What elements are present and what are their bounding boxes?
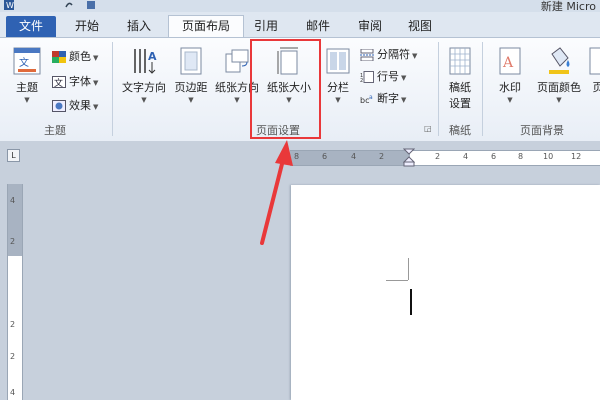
page-setup-launcher-icon[interactable]: ◲ xyxy=(424,124,432,133)
tab-file[interactable]: 文件 xyxy=(6,16,56,37)
page-borders-button[interactable]: 页 xyxy=(588,46,600,95)
hyphenation-button[interactable]: bc a 断字 ▼ xyxy=(360,90,406,108)
ruler-tick: 4 xyxy=(463,152,469,161)
margin-corner-mark xyxy=(386,280,408,281)
themes-icon: 文 xyxy=(13,47,41,75)
draft-settings-button[interactable]: 稿纸 设置 xyxy=(442,46,478,111)
ruler-tick: 4 xyxy=(351,152,357,161)
redo-icon[interactable] xyxy=(64,0,74,10)
ruler-tick: 2 xyxy=(379,152,385,161)
tab-review[interactable]: 审阅 xyxy=(348,16,392,37)
grid-paper-icon xyxy=(449,47,471,75)
tab-mailings[interactable]: 邮件 xyxy=(296,16,340,37)
ruler-tick: 8 xyxy=(294,152,300,161)
theme-colors-button[interactable]: 颜色 ▼ xyxy=(52,48,98,66)
group-divider xyxy=(482,42,483,136)
indent-marker-icon[interactable] xyxy=(403,148,415,168)
svg-text:a: a xyxy=(369,94,373,101)
ruler-tick: 6 xyxy=(491,152,497,161)
line-numbers-button[interactable]: 1 2 行号 ▼ xyxy=(360,68,406,86)
chevron-down-icon: ▼ xyxy=(507,96,513,104)
ruler-tick: 6 xyxy=(322,152,328,161)
svg-text:文: 文 xyxy=(54,77,63,88)
document-workspace: L xyxy=(0,141,600,400)
word-app-icon: W xyxy=(4,0,14,10)
margins-icon xyxy=(180,47,202,75)
text-cursor xyxy=(410,289,412,315)
paint-bucket-icon xyxy=(549,47,570,74)
size-button-highlight xyxy=(250,39,321,139)
themes-button[interactable]: 文 主题 ▼ xyxy=(8,46,46,104)
breaks-icon xyxy=(360,49,374,61)
margins-button[interactable]: 页边距 ▼ xyxy=(170,46,212,104)
line-numbers-icon: 12 xyxy=(360,71,374,83)
hyphenation-icon: bc a xyxy=(360,94,373,105)
ruler-tick: 2 xyxy=(435,152,441,161)
breaks-button[interactable]: 分隔符 ▼ xyxy=(360,46,417,64)
page-color-button[interactable]: 页面颜色 ▼ xyxy=(532,46,586,104)
horizontal-ruler[interactable] xyxy=(290,150,600,166)
tab-references[interactable]: 引用 xyxy=(244,16,288,37)
chevron-down-icon: ▼ xyxy=(335,96,341,104)
document-page[interactable] xyxy=(291,185,600,400)
group-label-themes: 主题 xyxy=(44,124,66,137)
ruler-tick: 2 xyxy=(10,320,16,329)
ruler-margin-left xyxy=(290,151,410,165)
effects-icon xyxy=(52,100,66,112)
theme-effects-button[interactable]: 效果 ▼ xyxy=(52,97,98,115)
svg-text:W: W xyxy=(6,1,14,10)
watermark-button[interactable]: A 水印 ▼ xyxy=(490,46,530,104)
tab-selector[interactable]: L xyxy=(7,149,20,162)
tab-home[interactable]: 开始 xyxy=(62,16,112,37)
group-label-draft: 稿纸 xyxy=(449,124,471,137)
ruler-tick: 4 xyxy=(10,388,16,397)
tab-page-layout[interactable]: 页面布局 xyxy=(168,15,244,38)
ruler-tick: 2 xyxy=(10,237,16,246)
ruler-tick: 4 xyxy=(10,196,16,205)
svg-text:2: 2 xyxy=(360,78,363,83)
svg-text:文: 文 xyxy=(19,56,29,69)
tab-insert[interactable]: 插入 xyxy=(114,16,164,37)
columns-button[interactable]: 分栏 ▼ xyxy=(322,46,354,104)
palette-icon xyxy=(52,51,66,63)
customize-qat-icon[interactable] xyxy=(86,0,96,10)
text-direction-button[interactable]: A 文字方向 ▼ xyxy=(118,46,170,104)
chevron-down-icon: ▼ xyxy=(141,96,147,104)
text-direction-icon: A xyxy=(134,49,157,74)
chevron-down-icon: ▼ xyxy=(24,96,30,104)
group-divider xyxy=(438,42,439,136)
chevron-down-icon: ▼ xyxy=(556,96,562,104)
watermark-icon: A xyxy=(499,47,521,75)
theme-fonts-button[interactable]: 文字体 ▼ xyxy=(52,73,98,91)
vertical-ruler[interactable] xyxy=(7,184,23,400)
ruler-tick: 10 xyxy=(543,152,554,161)
ruler-tick: 12 xyxy=(571,152,582,161)
group-label-page-background: 页面背景 xyxy=(520,124,564,137)
chevron-down-icon: ▼ xyxy=(188,96,194,104)
group-divider xyxy=(112,42,113,136)
font-icon: 文 xyxy=(52,76,66,88)
ruler-tick: 8 xyxy=(518,152,524,161)
tab-view[interactable]: 视图 xyxy=(398,16,442,37)
page-borders-icon xyxy=(589,47,600,75)
ruler-tick: 2 xyxy=(10,352,16,361)
svg-text:A: A xyxy=(502,55,514,71)
margin-corner-mark xyxy=(408,258,409,280)
orientation-icon xyxy=(225,49,249,73)
ribbon-tabs: 文件 开始 插入 页面布局 引用 邮件 审阅 视图 xyxy=(0,12,600,38)
svg-text:A: A xyxy=(148,50,157,63)
columns-icon xyxy=(326,48,350,74)
